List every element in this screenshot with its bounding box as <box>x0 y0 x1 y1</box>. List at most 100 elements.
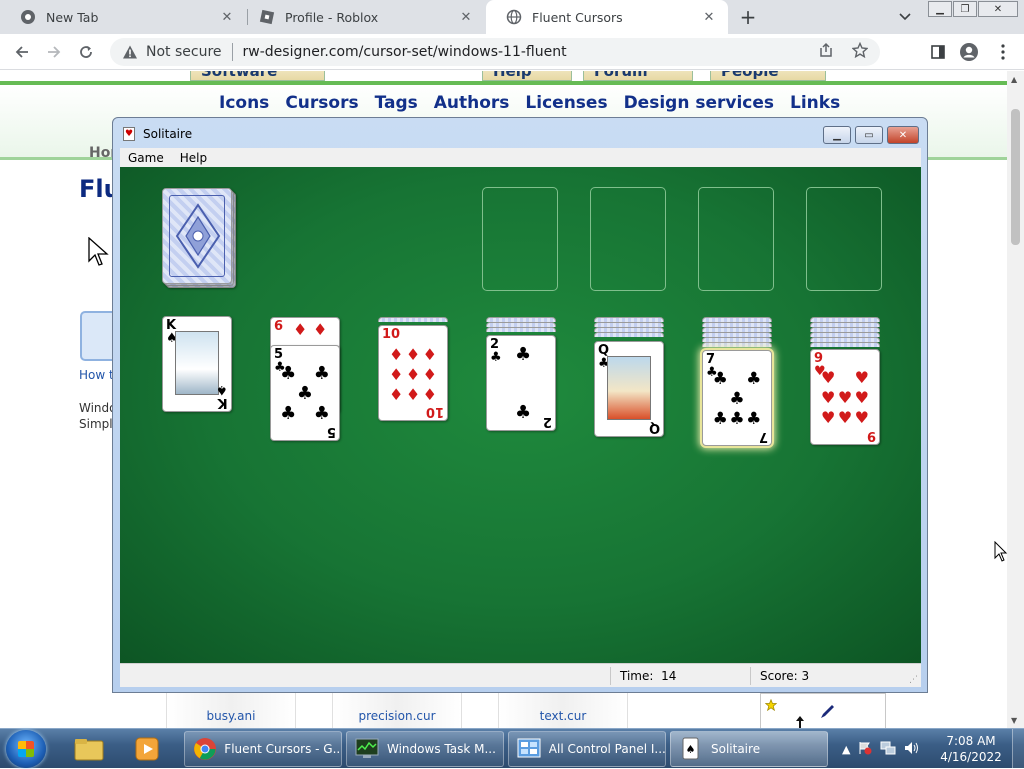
tab-new-tab[interactable]: New Tab ✕ <box>0 0 246 34</box>
start-button[interactable] <box>6 730 46 768</box>
volume-icon[interactable] <box>904 741 920 758</box>
card-pips: ♥ ♥ ♥ ♥ ♥ ♥ ♥ ♥ <box>821 368 869 427</box>
show-desktop-button[interactable] <box>1012 729 1024 769</box>
menu-game[interactable]: Game <box>120 151 172 165</box>
nav-link-design-services[interactable]: Design services <box>624 93 774 113</box>
clock[interactable]: 7:08 AM 4/16/2022 <box>935 733 1007 765</box>
taskbar-button-label: All Control Panel I... <box>548 742 665 756</box>
nav-link-tags[interactable]: Tags <box>375 93 418 113</box>
taskbar-button-label: Windows Task M... <box>387 742 496 756</box>
scroll-up-arrow-icon[interactable]: ▲ <box>1011 75 1017 84</box>
taskbar-button-task-manager[interactable]: Windows Task M... <box>346 731 504 767</box>
close-icon[interactable]: ✕ <box>887 126 919 144</box>
taskbar-button-chrome[interactable]: Fluent Cursors - G... <box>184 731 342 767</box>
task-manager-icon <box>353 735 381 763</box>
foundation-slot[interactable] <box>482 187 558 291</box>
forward-arrow-icon[interactable] <box>43 41 65 63</box>
taskbar-button-control-panel[interactable]: All Control Panel I... <box>508 731 666 767</box>
tableau-card-seven-clubs[interactable]: 7 ♣ ♣ ♣ ♣ ♣ ♣ ♣ 7 <box>702 350 772 446</box>
close-tab-icon[interactable]: ✕ <box>700 8 718 26</box>
card-rank-bottom: 9 <box>866 428 876 443</box>
restore-icon[interactable]: ❐ <box>953 1 977 17</box>
warning-icon[interactable] <box>122 44 138 60</box>
network-icon[interactable] <box>880 741 896 758</box>
show-hidden-icons-icon[interactable]: ▲ <box>842 743 850 756</box>
media-player-icon[interactable] <box>122 732 172 766</box>
maximize-icon[interactable]: ▭ <box>855 126 883 144</box>
tableau-card-five-clubs[interactable]: 5 ♣ ♣ ♣ ♣ ♣ ♣ 5 <box>270 345 340 441</box>
tab-fluent-cursors[interactable]: Fluent Cursors ✕ <box>486 0 728 34</box>
close-tab-icon[interactable]: ✕ <box>457 8 475 26</box>
tab-roblox[interactable]: Profile - Roblox ✕ <box>239 0 485 34</box>
address-bar[interactable]: Not secure rw-designer.com/cursor-set/wi… <box>110 38 880 66</box>
taskbar: Fluent Cursors - G... Windows Task M... … <box>0 728 1024 769</box>
new-tab-button[interactable]: + <box>737 5 759 29</box>
site-tab-people[interactable]: People <box>710 71 826 81</box>
cursor-file-text[interactable]: text.cur <box>498 693 628 729</box>
site-tab-forum[interactable]: Forum <box>583 71 693 81</box>
close-tab-icon[interactable]: ✕ <box>218 8 236 26</box>
card-rank-bottom: 7 <box>758 429 768 444</box>
tableau-card-queen-clubs[interactable]: Q ♣ Q <box>594 341 664 437</box>
nav-link-authors[interactable]: Authors <box>434 93 510 113</box>
scroll-down-arrow-icon[interactable]: ▼ <box>1011 716 1017 725</box>
face-down-card <box>378 317 448 322</box>
nav-link-cursors[interactable]: Cursors <box>285 93 358 113</box>
scrollbar-thumb[interactable] <box>1011 109 1020 245</box>
minimize-icon[interactable]: ▁ <box>928 1 952 17</box>
game-board[interactable]: K ♠ K ♠ 6 ♦ ♦ 5 ♣ ♣ ♣ ♣ ♣ ♣ 5 10 ♦ ♦ ♦ ♦ ♦ ♦ ♦ ♦ ♦ 10 2… <box>120 167 921 663</box>
chrome-icon <box>20 9 36 25</box>
site-tab-software[interactable]: Software <box>190 71 325 81</box>
tableau-card-nine-hearts[interactable]: 9 ♥ ♥ ♥ ♥ ♥ ♥ ♥ ♥ ♥ 9 <box>810 349 880 445</box>
solitaire-titlebar[interactable]: ♥ Solitaire ▁ ▭ ✕ <box>113 118 927 148</box>
card-pips: ♣ ♣ ♣ ♣ ♣ ♣ <box>712 368 762 429</box>
card-rank-bottom: 5 <box>326 424 336 439</box>
side-panel-icon[interactable] <box>928 42 948 62</box>
security-label: Not secure <box>146 44 222 60</box>
cursor-file-busy[interactable]: busy.ani <box>166 693 296 729</box>
profile-avatar-icon[interactable] <box>959 42 979 62</box>
action-center-flag-icon[interactable] <box>858 741 872 758</box>
stock-pile[interactable] <box>162 188 232 284</box>
tableau-card-ten-diamonds[interactable]: 10 ♦ ♦ ♦ ♦ ♦ ♦ ♦ ♦ ♦ 10 <box>378 325 448 421</box>
taskbar-button-solitaire[interactable]: ♠ Solitaire <box>670 731 828 767</box>
url-text[interactable]: rw-designer.com/cursor-set/windows-11-fl… <box>243 44 818 60</box>
foundation-slot[interactable] <box>698 187 774 291</box>
page-scrollbar[interactable]: ▲ ▼ <box>1007 71 1024 729</box>
card-rank: 10 <box>382 327 401 342</box>
back-arrow-icon[interactable] <box>11 41 33 63</box>
share-icon[interactable] <box>818 42 834 62</box>
time-display: Time: 14 <box>620 669 677 683</box>
cursor-file-precision[interactable]: precision.cur <box>332 693 462 729</box>
card-pip: ♦ <box>293 320 308 339</box>
card-art <box>607 356 651 420</box>
menu-dots-icon[interactable] <box>993 42 1013 62</box>
tableau-card-two-clubs[interactable]: 2 ♣ ♣ ♣ 2 <box>486 335 556 431</box>
howto-link[interactable]: How t <box>79 368 114 382</box>
foundation-slot[interactable] <box>590 187 666 291</box>
clock-date: 4/16/2022 <box>940 750 1002 764</box>
file-explorer-icon[interactable] <box>64 732 114 766</box>
resize-grip-icon[interactable]: ⋰ <box>909 675 918 685</box>
minimize-icon[interactable]: ▁ <box>823 126 851 144</box>
tableau-card-king-spades[interactable]: K ♠ K ♠ <box>162 316 232 412</box>
tab-search-chevron-icon[interactable] <box>896 8 914 26</box>
cursor-preview-card[interactable] <box>760 693 886 729</box>
foundation-slot[interactable] <box>806 187 882 291</box>
bookmark-star-icon[interactable] <box>851 41 869 62</box>
site-tab-help[interactable]: Help <box>482 71 572 81</box>
score-display: Score: 3 <box>760 669 810 683</box>
close-icon[interactable]: ✕ <box>978 1 1018 17</box>
svg-text:♠: ♠ <box>686 743 696 756</box>
mouse-pointer-icon <box>994 540 1008 567</box>
menu-help[interactable]: Help <box>172 151 215 165</box>
nav-link-icons[interactable]: Icons <box>219 93 269 113</box>
nav-link-links[interactable]: Links <box>790 93 840 113</box>
control-panel-icon <box>515 735 543 763</box>
taskbar-button-label: Solitaire <box>711 742 761 756</box>
tab-title: Profile - Roblox <box>285 9 379 25</box>
chrome-icon <box>191 735 218 763</box>
reload-icon[interactable] <box>75 41 97 63</box>
nav-link-licenses[interactable]: Licenses <box>525 93 607 113</box>
card-rank: 6 <box>274 319 284 334</box>
